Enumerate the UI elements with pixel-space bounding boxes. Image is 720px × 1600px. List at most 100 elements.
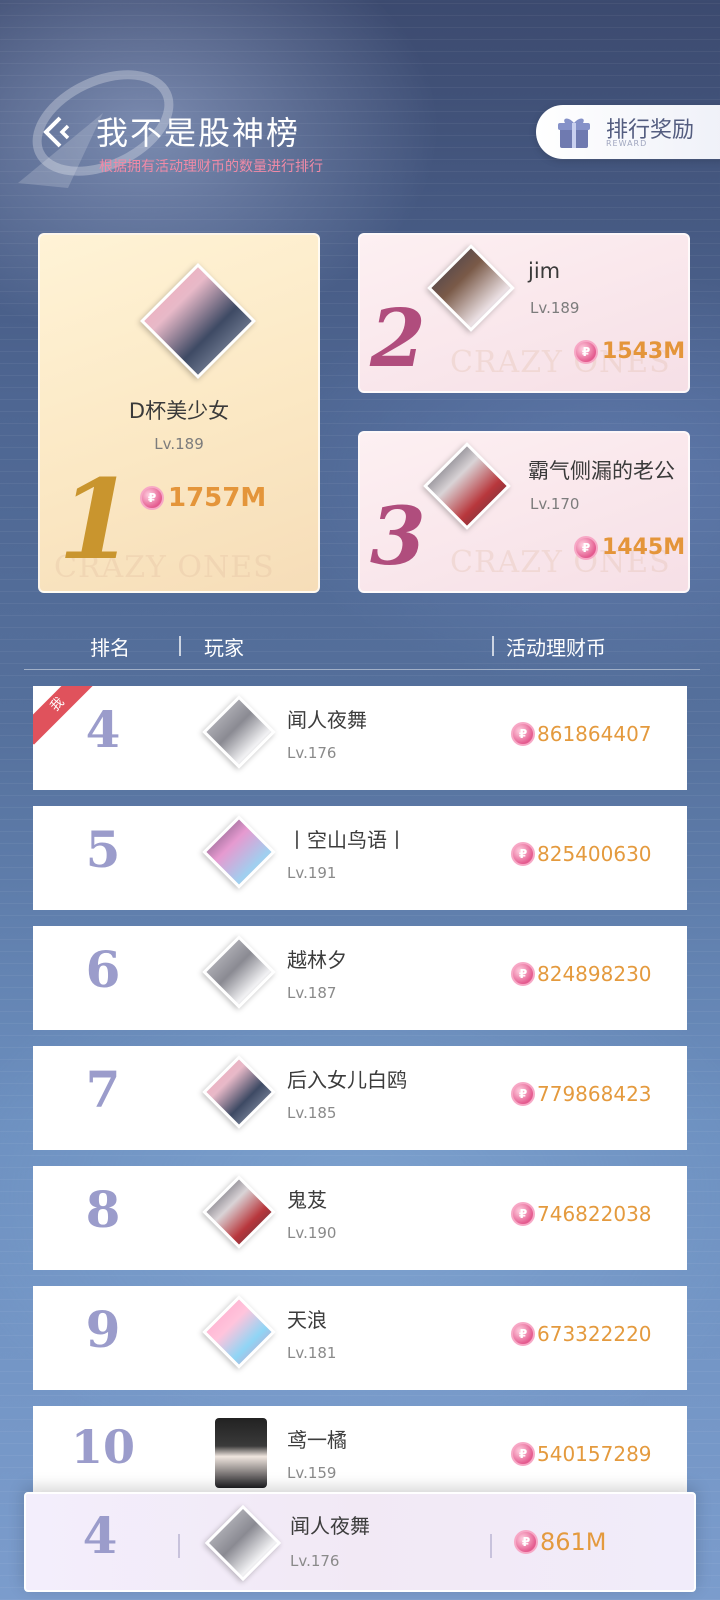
coin-value: 540157289 (537, 1442, 652, 1466)
rank-number: 3 (370, 489, 426, 583)
coin-value: 779868423 (537, 1082, 652, 1106)
row-coins: ₽ 824898230 (511, 962, 652, 986)
column-header-player: 玩家 (204, 636, 244, 660)
row-level: Lv.159 (287, 1464, 337, 1482)
avatar (423, 442, 511, 530)
row-name: 越林夕 (287, 948, 347, 972)
coin-value: 1445M (602, 535, 686, 560)
row-level: Lv.191 (287, 864, 337, 882)
coin-icon: ₽ (514, 1530, 538, 1554)
podium-card-1[interactable]: CRAZY ONES D杯美少女 Lv.189 1 ₽ 1757M (38, 233, 320, 593)
row-coins: ₽ 861864407 (511, 722, 652, 746)
avatar (140, 263, 256, 379)
coin-icon: ₽ (140, 486, 164, 510)
avatar (204, 1504, 282, 1582)
coin-value: 861M (540, 1528, 607, 1556)
row-level: Lv.181 (287, 1344, 337, 1362)
podium-card-3[interactable]: CRAZY ONES 3 霸气侧漏的老公 Lv.170 ₽ 1445M (358, 431, 690, 593)
reward-button[interactable]: 排行奖励 REWARD (536, 105, 720, 159)
back-arrow-icon (43, 116, 70, 148)
podium-coins: ₽ 1757M (140, 483, 266, 513)
row-coins: ₽ 746822038 (511, 1202, 652, 1226)
row-rank: 5 (85, 820, 121, 879)
coin-icon: ₽ (511, 722, 535, 746)
row-name: 后入女儿白鸥 (287, 1068, 407, 1092)
podium-name: D杯美少女 (128, 399, 230, 423)
coin-value: 824898230 (537, 962, 652, 986)
podium-coins: ₽ 1445M (574, 535, 685, 560)
column-divider (178, 1534, 180, 1558)
rank-number: 1 (58, 455, 135, 584)
back-button[interactable] (38, 112, 74, 152)
coin-icon: ₽ (511, 1202, 535, 1226)
table-row[interactable]: 8 鬼芨 Lv.190 ₽ 746822038 (33, 1166, 687, 1270)
row-rank: 6 (85, 940, 121, 999)
table-row[interactable]: 7 后入女儿白鸥 Lv.185 ₽ 779868423 (33, 1046, 687, 1150)
column-divider (490, 1534, 492, 1558)
my-level: Lv.176 (290, 1552, 340, 1570)
my-name: 闻人夜舞 (290, 1514, 370, 1538)
coin-icon: ₽ (511, 842, 535, 866)
row-rank: 4 (85, 700, 121, 759)
coin-value: 861864407 (537, 722, 652, 746)
row-name: 闻人夜舞 (287, 708, 367, 732)
row-level: Lv.187 (287, 984, 337, 1002)
row-rank: 9 (85, 1300, 121, 1359)
avatar (202, 1055, 276, 1129)
list-header: 排名 玩家 活动理财币 (24, 630, 700, 670)
avatar (202, 1175, 276, 1249)
avatar (215, 1418, 267, 1488)
coin-value: 1543M (602, 339, 686, 364)
page-subtitle: 根据拥有活动理财币的数量进行排行 (99, 159, 323, 175)
podium-card-2[interactable]: CRAZY ONES 2 jim Lv.189 ₽ 1543M (358, 233, 690, 393)
coin-icon: ₽ (511, 962, 535, 986)
row-name: 丨空山鸟语丨 (287, 828, 407, 852)
coin-icon: ₽ (574, 535, 598, 560)
podium-name: 霸气侧漏的老公 (528, 459, 675, 483)
row-name: 鬼芨 (287, 1188, 327, 1212)
row-coins: ₽ 673322220 (511, 1322, 652, 1346)
row-rank: 7 (85, 1060, 121, 1119)
podium-coins: ₽ 1543M (574, 339, 685, 364)
reward-sublabel: REWARD (606, 139, 648, 148)
row-name: 鸢一橘 (287, 1428, 347, 1452)
row-coins: ₽ 540157289 (511, 1442, 652, 1466)
avatar (202, 1295, 276, 1369)
coin-value: 673322220 (537, 1322, 652, 1346)
my-coins: ₽ 861M (514, 1528, 607, 1556)
my-rank-bar[interactable]: 4 闻人夜舞 Lv.176 ₽ 861M (24, 1492, 696, 1592)
row-coins: ₽ 825400630 (511, 842, 652, 866)
rank-number: 2 (370, 291, 426, 385)
row-rank: 8 (85, 1180, 121, 1239)
column-header-currency: 活动理财币 (506, 636, 606, 660)
table-row[interactable]: 我 4 闻人夜舞 Lv.176 ₽ 861864407 (33, 686, 687, 790)
row-level: Lv.190 (287, 1224, 337, 1242)
page-title: 我不是股神榜 (96, 114, 301, 152)
podium-level: Lv.189 (154, 435, 204, 453)
gift-icon (558, 118, 590, 148)
row-coins: ₽ 779868423 (511, 1082, 652, 1106)
column-divider (179, 636, 181, 656)
row-name: 天浪 (287, 1308, 327, 1332)
table-row[interactable]: 5 丨空山鸟语丨 Lv.191 ₽ 825400630 (33, 806, 687, 910)
coin-icon: ₽ (574, 339, 598, 364)
podium-level: Lv.170 (530, 495, 580, 513)
coin-icon: ₽ (511, 1442, 535, 1466)
table-row[interactable]: 9 天浪 Lv.181 ₽ 673322220 (33, 1286, 687, 1390)
table-row[interactable]: 6 越林夕 Lv.187 ₽ 824898230 (33, 926, 687, 1030)
row-level: Lv.176 (287, 744, 337, 762)
coin-value: 746822038 (537, 1202, 652, 1226)
podium-level: Lv.189 (530, 299, 580, 317)
column-header-rank: 排名 (90, 636, 130, 660)
podium-name: jim (528, 259, 561, 283)
avatar (202, 935, 276, 1009)
coin-value: 1757M (168, 483, 267, 513)
header: 我不是股神榜 根据拥有活动理财币的数量进行排行 排行奖励 REWARD (0, 0, 720, 200)
coin-icon: ₽ (511, 1322, 535, 1346)
my-rank-number: 4 (82, 1506, 118, 1565)
row-rank: 10 (70, 1420, 135, 1474)
coin-icon: ₽ (511, 1082, 535, 1106)
avatar (427, 244, 515, 332)
avatar (202, 815, 276, 889)
row-level: Lv.185 (287, 1104, 337, 1122)
